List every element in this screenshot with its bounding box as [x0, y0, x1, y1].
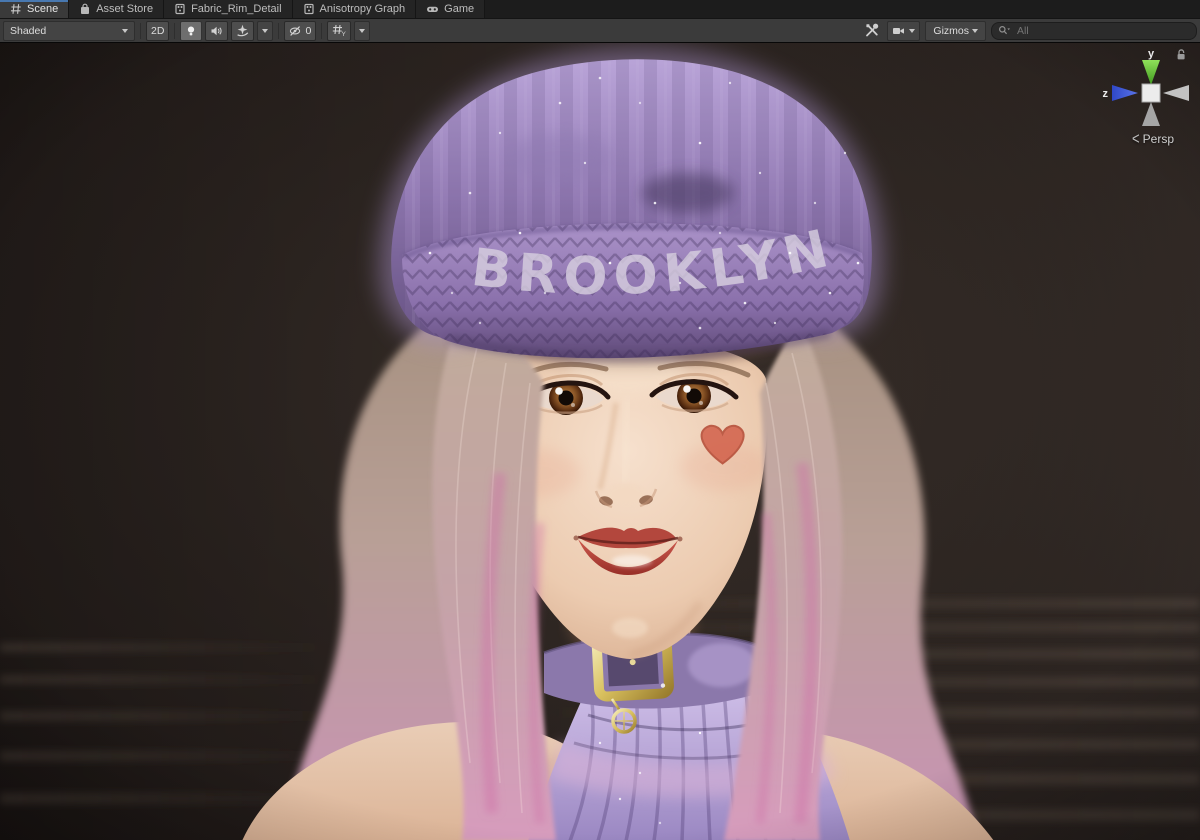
draw-mode-label: Shaded	[10, 25, 46, 37]
tab-asset-store[interactable]: Asset Store	[69, 0, 164, 18]
eye-hidden-icon	[289, 25, 302, 37]
hidden-count: 0	[305, 25, 311, 37]
toolbar-separator	[278, 23, 279, 39]
grid-axis-icon: Y	[332, 24, 346, 37]
scene-viewport[interactable]: BROOKLYN	[0, 43, 1200, 840]
scene-camera-dropdown[interactable]	[887, 21, 920, 41]
effects-dropdown[interactable]	[257, 21, 273, 41]
scene-effects-toggle[interactable]	[231, 21, 254, 41]
lightbulb-icon	[185, 25, 197, 37]
tab-anisotropy-graph[interactable]: Anisotropy Graph	[293, 0, 417, 18]
gizmos-dropdown[interactable]: Gizmos	[925, 21, 986, 41]
tab-bar-empty-space	[485, 0, 1200, 18]
2d-toggle-button[interactable]: 2D	[146, 21, 169, 41]
chevron-down-icon	[972, 29, 978, 33]
axis-y-cone[interactable]	[1142, 60, 1160, 85]
axis-x-cone[interactable]	[1163, 85, 1189, 101]
scene-audio-toggle[interactable]	[205, 21, 228, 41]
effects-star-icon	[236, 24, 249, 37]
tab-fabric-rim-detail[interactable]: Fabric_Rim_Detail	[164, 0, 292, 18]
axis-z-cone[interactable]	[1112, 85, 1138, 101]
scene-lighting-toggle[interactable]	[180, 21, 202, 41]
2d-label: 2D	[151, 25, 164, 37]
draw-mode-dropdown[interactable]: Shaded	[3, 21, 135, 41]
tab-bar: Scene Asset Store Fabric_Rim_Detail An	[0, 0, 1200, 19]
projection-toggle[interactable]: < Persp	[1132, 131, 1174, 146]
gizmos-label: Gizmos	[933, 25, 969, 37]
toolbar-separator	[174, 23, 175, 39]
toolbar-separator	[321, 23, 322, 39]
persp-angle-icon: <	[1132, 129, 1140, 148]
tab-label: Asset Store	[96, 3, 153, 15]
scene-toolbar: Shaded 2D	[0, 19, 1200, 43]
projection-label: Persp	[1143, 132, 1174, 146]
scene-visibility-toggle[interactable]: 0	[284, 21, 316, 41]
tab-label: Game	[444, 3, 474, 15]
gamepad-icon	[426, 3, 439, 15]
tab-label: Anisotropy Graph	[320, 3, 406, 15]
search-icon	[998, 25, 1011, 36]
toolbar-right-group: Gizmos	[862, 21, 1197, 41]
asset-store-bag-icon	[79, 3, 91, 15]
orientation-gizmo[interactable]: y z	[1092, 45, 1192, 145]
shader-graph-icon	[174, 3, 186, 15]
chevron-down-icon	[909, 29, 915, 33]
chevron-down-icon	[122, 29, 128, 33]
gizmo-cube[interactable]	[1142, 84, 1160, 102]
scene-grid-icon	[10, 3, 22, 15]
shader-graph-icon	[303, 3, 315, 15]
vignette	[0, 43, 1200, 840]
scene-render: BROOKLYN	[0, 43, 1200, 840]
tab-game[interactable]: Game	[416, 0, 485, 18]
axis-y-label[interactable]: y	[1148, 48, 1155, 60]
toolbar-separator	[140, 23, 141, 39]
tab-scene[interactable]: Scene	[0, 0, 69, 18]
unity-editor-window: Scene Asset Store Fabric_Rim_Detail An	[0, 0, 1200, 840]
tab-label: Fabric_Rim_Detail	[191, 3, 281, 15]
tab-label: Scene	[27, 3, 58, 15]
chevron-down-icon	[359, 29, 365, 33]
scene-search-field[interactable]	[991, 22, 1197, 40]
chevron-down-icon	[262, 29, 268, 33]
scene-tools-button[interactable]	[862, 22, 882, 40]
svg-text:Y: Y	[342, 31, 347, 37]
speaker-icon	[210, 25, 223, 37]
tools-icon	[864, 23, 880, 38]
camera-icon	[892, 25, 906, 37]
search-input[interactable]	[1015, 24, 1190, 38]
grid-dropdown[interactable]	[354, 21, 370, 41]
grid-visibility-toggle[interactable]: Y	[327, 21, 351, 41]
axis-z-label[interactable]: z	[1103, 88, 1109, 100]
axis-down-cone[interactable]	[1142, 102, 1160, 126]
